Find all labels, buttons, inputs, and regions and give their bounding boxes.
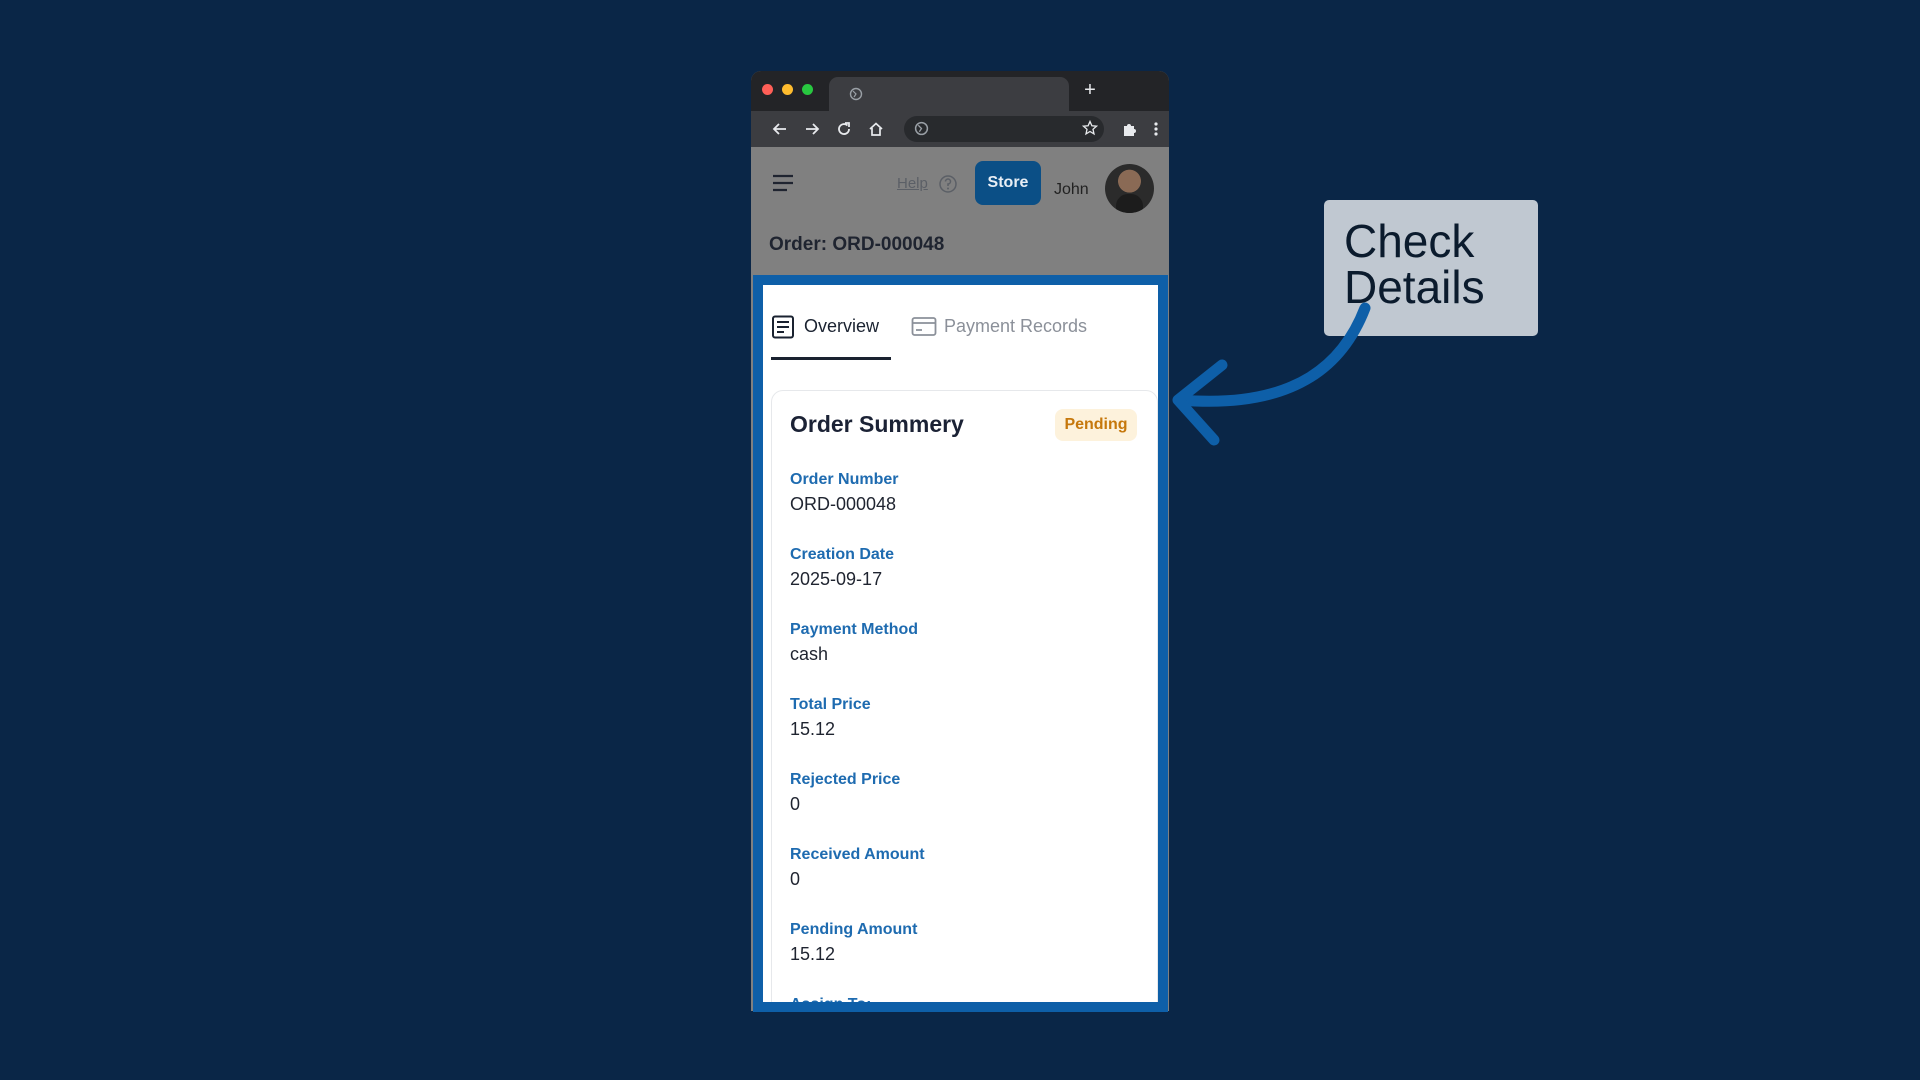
maximize-window-button[interactable]: [802, 84, 813, 95]
field-value: cash: [790, 644, 829, 664]
curved-arrow-icon: [1172, 302, 1371, 446]
field-payment-method: Payment Method cash: [790, 621, 918, 665]
field-label: Total Price: [790, 696, 871, 713]
more-vert-icon[interactable]: [1147, 120, 1165, 138]
callout-text: Check Details: [1344, 215, 1485, 313]
forward-arrow-icon[interactable]: [803, 120, 821, 138]
field-value: 0: [790, 794, 801, 814]
field-value: 15.12: [790, 944, 836, 964]
field-total-price: Total Price 15.12: [790, 696, 871, 740]
globe-icon: [849, 87, 863, 101]
star-icon[interactable]: [1082, 120, 1098, 136]
user-name[interactable]: John: [1054, 181, 1089, 199]
home-icon[interactable]: [867, 120, 885, 138]
field-label: Order Number: [790, 471, 899, 488]
back-arrow-icon[interactable]: [771, 120, 789, 138]
order-details-panel: Overview Payment Records Order Summery P…: [753, 275, 1168, 1012]
document-icon: [772, 315, 794, 339]
field-assign-to: Assign To:: [790, 996, 872, 1012]
field-rejected-price: Rejected Price 0: [790, 771, 900, 815]
extensions-icon[interactable]: [1121, 120, 1139, 138]
field-label: Creation Date: [790, 546, 895, 563]
minimize-window-button[interactable]: [782, 84, 793, 95]
field-label: Rejected Price: [790, 771, 901, 788]
browser-tab[interactable]: [829, 77, 1069, 111]
card-title: Order Summery: [790, 411, 964, 437]
tab-list: Overview Payment Records: [763, 285, 1158, 365]
globe-icon: [914, 121, 929, 136]
help-icon[interactable]: [938, 174, 958, 194]
field-value: 15.12: [790, 719, 836, 739]
help-link[interactable]: Help: [897, 175, 928, 192]
field-value: 0: [790, 869, 801, 889]
field-label: Received Amount: [790, 846, 925, 863]
field-value: 2025-09-17: [790, 569, 883, 589]
status-badge: Pending: [1055, 409, 1137, 441]
field-creation-date: Creation Date 2025-09-17: [790, 546, 894, 590]
field-pending-amount: Pending Amount 15.12: [790, 921, 917, 965]
field-value: ORD-000048: [790, 494, 897, 514]
page-title: Order: ORD-000048: [769, 234, 945, 255]
hamburger-icon[interactable]: [771, 173, 795, 193]
close-window-button[interactable]: [762, 84, 773, 95]
browser-toolbar: [751, 111, 1169, 147]
field-label: Assign To:: [790, 996, 872, 1012]
avatar[interactable]: [1105, 164, 1154, 213]
reload-icon[interactable]: [835, 120, 853, 138]
store-button[interactable]: Store: [975, 161, 1041, 205]
field-label: Pending Amount: [790, 921, 918, 938]
order-summary-card: Order Summery Pending Order Number ORD-0…: [771, 390, 1158, 1012]
address-bar[interactable]: [904, 116, 1104, 142]
tab-label: Payment Records: [944, 316, 1088, 336]
tab-label: Overview: [804, 316, 880, 336]
active-tab-indicator: [771, 357, 891, 360]
new-tab-button[interactable]: +: [1077, 77, 1103, 103]
field-received-amount: Received Amount 0: [790, 846, 925, 890]
field-order-number: Order Number ORD-000048: [790, 471, 898, 515]
card-icon: [911, 317, 937, 336]
browser-tab-bar: +: [751, 71, 1169, 111]
field-label: Payment Method: [790, 621, 919, 638]
